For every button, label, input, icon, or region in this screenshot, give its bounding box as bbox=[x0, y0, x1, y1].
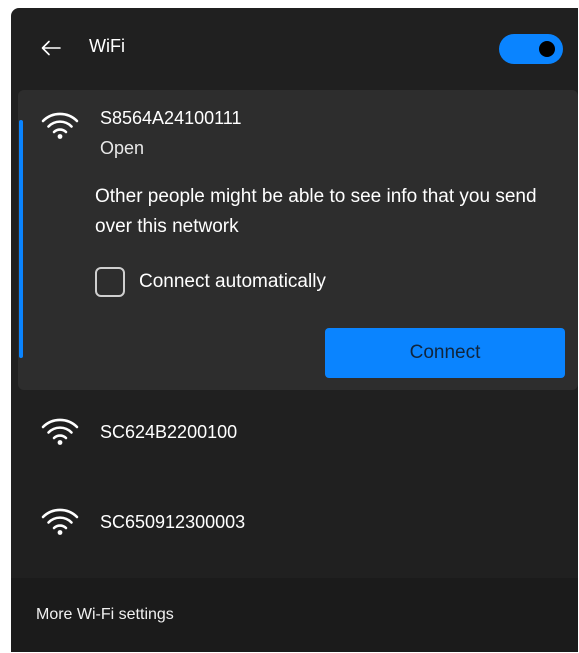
flyout-footer: More Wi-Fi settings bbox=[11, 578, 578, 652]
wifi-toggle[interactable] bbox=[499, 34, 563, 64]
network-item[interactable]: SC624B2200100 bbox=[11, 392, 578, 472]
network-name: SC650912300003 bbox=[100, 512, 246, 532]
checkbox-box[interactable] bbox=[95, 267, 125, 297]
toggle-knob bbox=[539, 41, 555, 57]
wifi-icon bbox=[41, 112, 79, 139]
network-item-expanded[interactable]: S8564A24100111 Open Other people might b… bbox=[18, 90, 578, 390]
more-wifi-settings-link[interactable]: More Wi-Fi settings bbox=[36, 606, 174, 624]
connect-automatically-checkbox[interactable]: Connect automatically bbox=[95, 266, 326, 298]
network-name: SC624B2200100 bbox=[100, 422, 238, 442]
network-security-status: Open bbox=[100, 138, 145, 158]
connect-button[interactable]: Connect bbox=[325, 328, 565, 378]
network-name: S8564A24100111 bbox=[100, 108, 242, 128]
selection-indicator bbox=[19, 120, 23, 358]
connect-automatically-label: Connect automatically bbox=[139, 271, 326, 292]
back-button[interactable] bbox=[35, 32, 67, 64]
page-title: WiFi bbox=[89, 36, 125, 56]
arrow-left-icon bbox=[41, 40, 61, 56]
wifi-flyout: WiFi S8564A24100111 Open Other people mi… bbox=[11, 8, 578, 652]
wifi-icon bbox=[41, 508, 79, 535]
network-warning-text: Other people might be able to see info t… bbox=[95, 186, 537, 237]
wifi-header: WiFi bbox=[11, 8, 578, 88]
wifi-icon bbox=[41, 418, 79, 445]
network-item[interactable]: SC650912300003 bbox=[11, 482, 578, 562]
